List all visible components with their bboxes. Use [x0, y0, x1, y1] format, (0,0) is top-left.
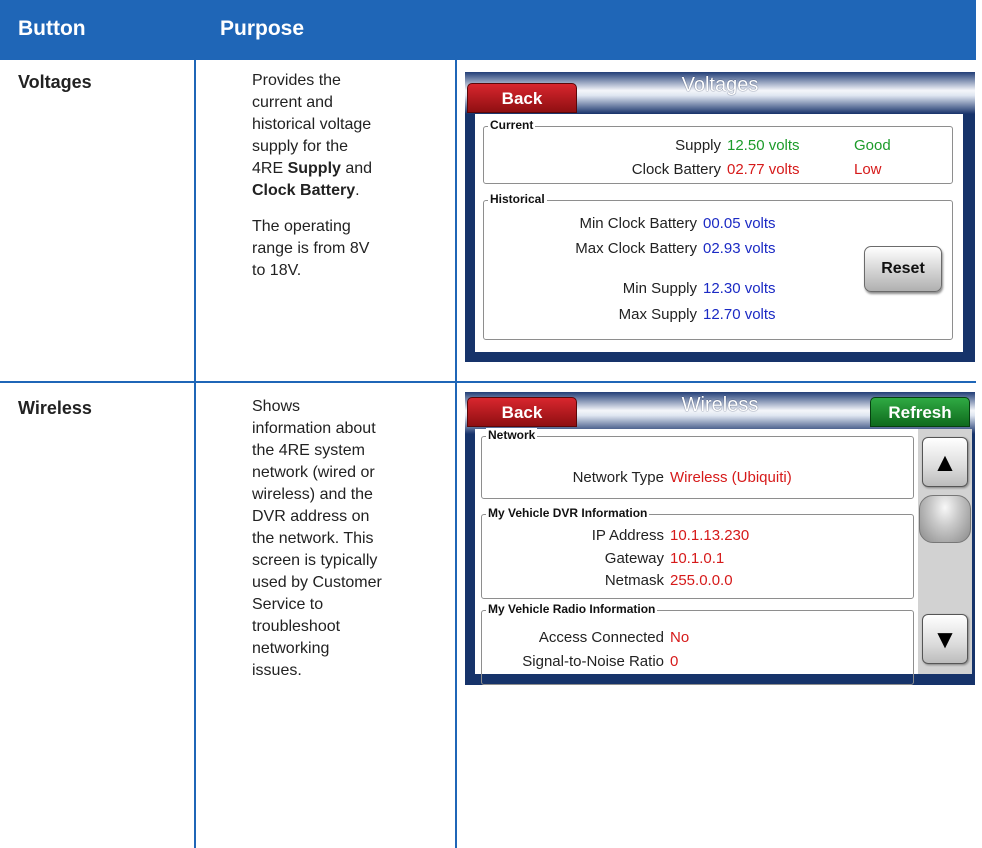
header-button: Button — [18, 17, 86, 40]
max-supply-label: Max Supply — [618, 306, 697, 323]
row-purpose-voltages: Provides the current and historical volt… — [252, 70, 382, 296]
back-button[interactable]: Back — [467, 83, 577, 113]
table-header: Button Purpose — [0, 0, 976, 60]
row-purpose-wireless: Shows information about the 4RE system n… — [252, 398, 382, 679]
current-group: Current Supply 12.50 volts Good Clock Ba… — [483, 118, 953, 184]
gateway-value: 10.1.0.1 — [670, 550, 725, 567]
gateway-label: Gateway — [604, 550, 664, 567]
min-supply-value: 12.30 volts — [703, 280, 776, 297]
group-label: Historical — [488, 192, 547, 206]
group-label: Current — [488, 118, 536, 132]
triangle-down-icon[interactable]: ▼ — [922, 614, 968, 664]
back-button[interactable]: Back — [467, 397, 577, 427]
clock-battery-label: Clock Battery — [631, 161, 721, 178]
triangle-up-icon[interactable]: ▲ — [922, 437, 968, 487]
group-label: Network — [486, 428, 538, 442]
max-clock-label: Max Clock Battery — [575, 240, 697, 257]
scroll-thumb[interactable] — [919, 495, 971, 543]
network-type-value: Wireless (Ubiquiti) — [670, 469, 792, 486]
min-supply-label: Min Supply — [622, 280, 697, 297]
purpose-paragraph: Provides the current and historical volt… — [252, 72, 373, 199]
group-label: My Vehicle DVR Information — [486, 506, 650, 520]
max-clock-value: 02.93 volts — [703, 240, 776, 257]
voltages-screen: Voltages Back Current Supply 12.50 volts… — [465, 72, 975, 362]
clock-battery-value: 02.77 volts — [727, 161, 800, 178]
header-purpose: Purpose — [220, 17, 305, 40]
access-connected-value: No — [670, 629, 690, 646]
row-button-wireless: Wireless — [18, 398, 92, 418]
snr-value: 0 — [670, 653, 679, 670]
row-divider — [0, 381, 976, 383]
refresh-button[interactable]: Refresh — [870, 397, 970, 427]
netmask-value: 255.0.0.0 — [670, 572, 733, 589]
group-label: My Vehicle Radio Information — [486, 602, 658, 616]
clock-battery-status: Low — [854, 161, 882, 178]
ip-address-label: IP Address — [591, 527, 664, 544]
supply-status: Good — [854, 137, 891, 154]
max-supply-value: 12.70 volts — [703, 306, 776, 323]
access-connected-label: Access Connected — [538, 629, 664, 646]
scrollbar[interactable]: ▲ ▼ — [918, 429, 972, 674]
voltages-panel: Current Supply 12.50 volts Good Clock Ba… — [475, 114, 963, 352]
radio-info-group: My Vehicle Radio Information Access Conn… — [481, 602, 914, 685]
snr-label: Signal-to-Noise Ratio — [522, 653, 664, 670]
network-type-label: Network Type — [572, 469, 664, 486]
ip-address-value: 10.1.13.230 — [670, 527, 750, 544]
historical-group: Historical Min Clock Battery 00.05 volts… — [483, 192, 953, 340]
min-clock-label: Min Clock Battery — [579, 215, 697, 232]
column-divider — [455, 60, 457, 848]
column-divider — [194, 60, 196, 848]
supply-value: 12.50 volts — [727, 137, 800, 154]
dvr-info-group: My Vehicle DVR Information IP Address 10… — [481, 506, 914, 599]
wireless-screen: Wireless Back Refresh Network Network Ty… — [465, 392, 975, 685]
wireless-panel: Network Network Type Wireless (Ubiquiti)… — [475, 428, 918, 685]
supply-label: Supply — [675, 137, 721, 154]
netmask-label: Netmask — [604, 572, 664, 589]
row-button-voltages: Voltages — [18, 72, 92, 92]
network-group: Network Network Type Wireless (Ubiquiti) — [481, 428, 914, 499]
reset-button[interactable]: Reset — [864, 246, 942, 292]
purpose-paragraph: The operating range is from 8V to 18V. — [252, 218, 370, 279]
min-clock-value: 00.05 volts — [703, 215, 776, 232]
